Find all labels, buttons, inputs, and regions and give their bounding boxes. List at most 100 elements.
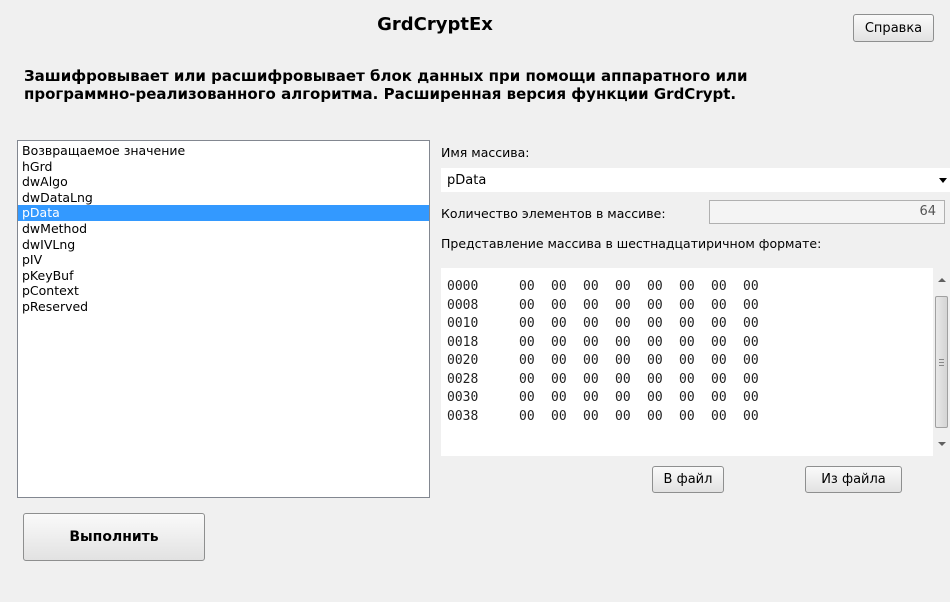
hex-byte: 00: [615, 279, 631, 294]
hex-address: 0028: [447, 371, 479, 387]
hex-rows: 0000 00 00 00 00 00 00 00 00 0008 00 00 00 00 00 00 00 00…: [447, 278, 775, 426]
hex-row: 0000 00 00 00 00 00 00 00 00: [447, 278, 775, 297]
hex-view-label: Представление массива в шестнадцатирично…: [441, 236, 822, 251]
hex-byte: 00: [679, 297, 695, 313]
array-name-select[interactable]: pData: [441, 168, 950, 192]
hex-byte: 00: [743, 297, 759, 313]
hex-byte: 00: [711, 334, 727, 350]
hex-address: 0038: [447, 408, 479, 424]
list-item[interactable]: dwAlgo: [18, 174, 429, 190]
hex-byte: 00: [679, 390, 695, 405]
hex-row: 0030 00 00 00 00 00 00 00 00: [447, 389, 775, 408]
hex-row: 0020 00 00 00 00 00 00 00 00: [447, 352, 775, 371]
hex-byte: 00: [551, 279, 567, 294]
list-item[interactable]: dwIVLng: [18, 237, 429, 253]
list-item[interactable]: pIV: [18, 252, 429, 268]
hex-byte: 00: [711, 390, 727, 405]
list-item[interactable]: dwMethod: [18, 221, 429, 237]
hex-address: 0018: [447, 334, 479, 350]
list-item[interactable]: pData: [18, 205, 429, 221]
hex-byte: 00: [711, 371, 727, 387]
hex-byte: 00: [551, 408, 567, 424]
hex-byte: 00: [647, 297, 663, 313]
hex-byte: 00: [647, 371, 663, 387]
hex-byte: 00: [583, 334, 599, 350]
run-button[interactable]: Выполнить: [23, 513, 205, 561]
list-item[interactable]: Возвращаемое значение: [18, 143, 429, 159]
hex-address: 0000: [447, 279, 479, 294]
element-count-field: 64: [709, 200, 945, 224]
hex-row: 0028 00 00 00 00 00 00 00 00: [447, 371, 775, 390]
hex-byte: 00: [583, 390, 599, 405]
hex-byte: 00: [679, 353, 695, 368]
list-item[interactable]: pKeyBuf: [18, 268, 429, 284]
array-name-label: Имя массива:: [441, 145, 530, 160]
hex-address: 0020: [447, 353, 479, 368]
load-from-file-button[interactable]: Из файла: [805, 466, 902, 493]
hex-address: 0010: [447, 316, 479, 331]
hex-byte: 00: [615, 408, 631, 424]
scrollbar-thumb[interactable]: [935, 296, 948, 428]
hex-byte: 00: [647, 390, 663, 405]
parameters-list[interactable]: Возвращаемое значение hGrd dwAlgo dwDataLng…: [17, 140, 430, 498]
hex-byte: 00: [679, 334, 695, 350]
list-item[interactable]: dwDataLng: [18, 190, 429, 206]
hex-byte: 00: [551, 297, 567, 313]
description-line-2: программно-реализованного алгоритма. Рас…: [24, 85, 737, 103]
hex-byte: 00: [615, 316, 631, 331]
window-title: GrdCryptEx: [377, 14, 493, 35]
arrow-up-icon[interactable]: [938, 278, 946, 282]
hex-byte: 00: [679, 316, 695, 331]
save-to-file-button[interactable]: В файл: [652, 466, 724, 493]
hex-byte: 00: [615, 353, 631, 368]
hex-byte: 00: [743, 279, 759, 294]
hex-byte: 00: [711, 408, 727, 424]
hex-byte: 00: [519, 297, 535, 313]
hex-byte: 00: [519, 316, 535, 331]
hex-byte: 00: [583, 279, 599, 294]
hex-byte: 00: [615, 334, 631, 350]
hex-byte: 00: [551, 371, 567, 387]
hex-byte: 00: [743, 353, 759, 368]
hex-byte: 00: [647, 334, 663, 350]
hex-scrollbar[interactable]: [933, 268, 950, 456]
hex-byte: 00: [551, 316, 567, 331]
hex-byte: 00: [711, 297, 727, 313]
hex-byte: 00: [519, 390, 535, 405]
chevron-down-icon[interactable]: [939, 178, 947, 183]
hex-byte: 00: [583, 316, 599, 331]
hex-byte: 00: [711, 279, 727, 294]
hex-row: 0008 00 00 00 00 00 00 00 00: [447, 297, 775, 316]
hex-byte: 00: [519, 408, 535, 424]
hex-row: 0038 00 00 00 00 00 00 00 00: [447, 408, 775, 427]
arrow-down-icon[interactable]: [938, 442, 946, 446]
hex-byte: 00: [743, 390, 759, 405]
hex-byte: 00: [743, 408, 759, 424]
description-line-1: Зашифровывает или расшифровывает блок да…: [24, 67, 748, 85]
hex-view[interactable]: 0000 00 00 00 00 00 00 00 00 0008 00 00 00 00 00 00 00 00…: [441, 268, 950, 456]
array-name-value: pData: [447, 172, 487, 188]
element-count-label: Количество элементов в массиве:: [441, 206, 666, 221]
hex-byte: 00: [711, 353, 727, 368]
list-item[interactable]: hGrd: [18, 159, 429, 175]
hex-byte: 00: [647, 408, 663, 424]
hex-byte: 00: [679, 279, 695, 294]
hex-byte: 00: [615, 371, 631, 387]
list-item[interactable]: pContext: [18, 283, 429, 299]
list-item[interactable]: pReserved: [18, 299, 429, 315]
hex-byte: 00: [583, 297, 599, 313]
hex-byte: 00: [647, 279, 663, 294]
hex-byte: 00: [615, 390, 631, 405]
hex-byte: 00: [519, 371, 535, 387]
help-button[interactable]: Справка: [853, 14, 934, 42]
hex-byte: 00: [743, 316, 759, 331]
hex-byte: 00: [743, 334, 759, 350]
hex-row: 0010 00 00 00 00 00 00 00 00: [447, 315, 775, 334]
hex-address: 0008: [447, 297, 479, 313]
hex-byte: 00: [615, 297, 631, 313]
hex-byte: 00: [743, 371, 759, 387]
hex-byte: 00: [519, 334, 535, 350]
hex-row: 0018 00 00 00 00 00 00 00 00: [447, 334, 775, 353]
hex-byte: 00: [583, 353, 599, 368]
hex-byte: 00: [519, 279, 535, 294]
